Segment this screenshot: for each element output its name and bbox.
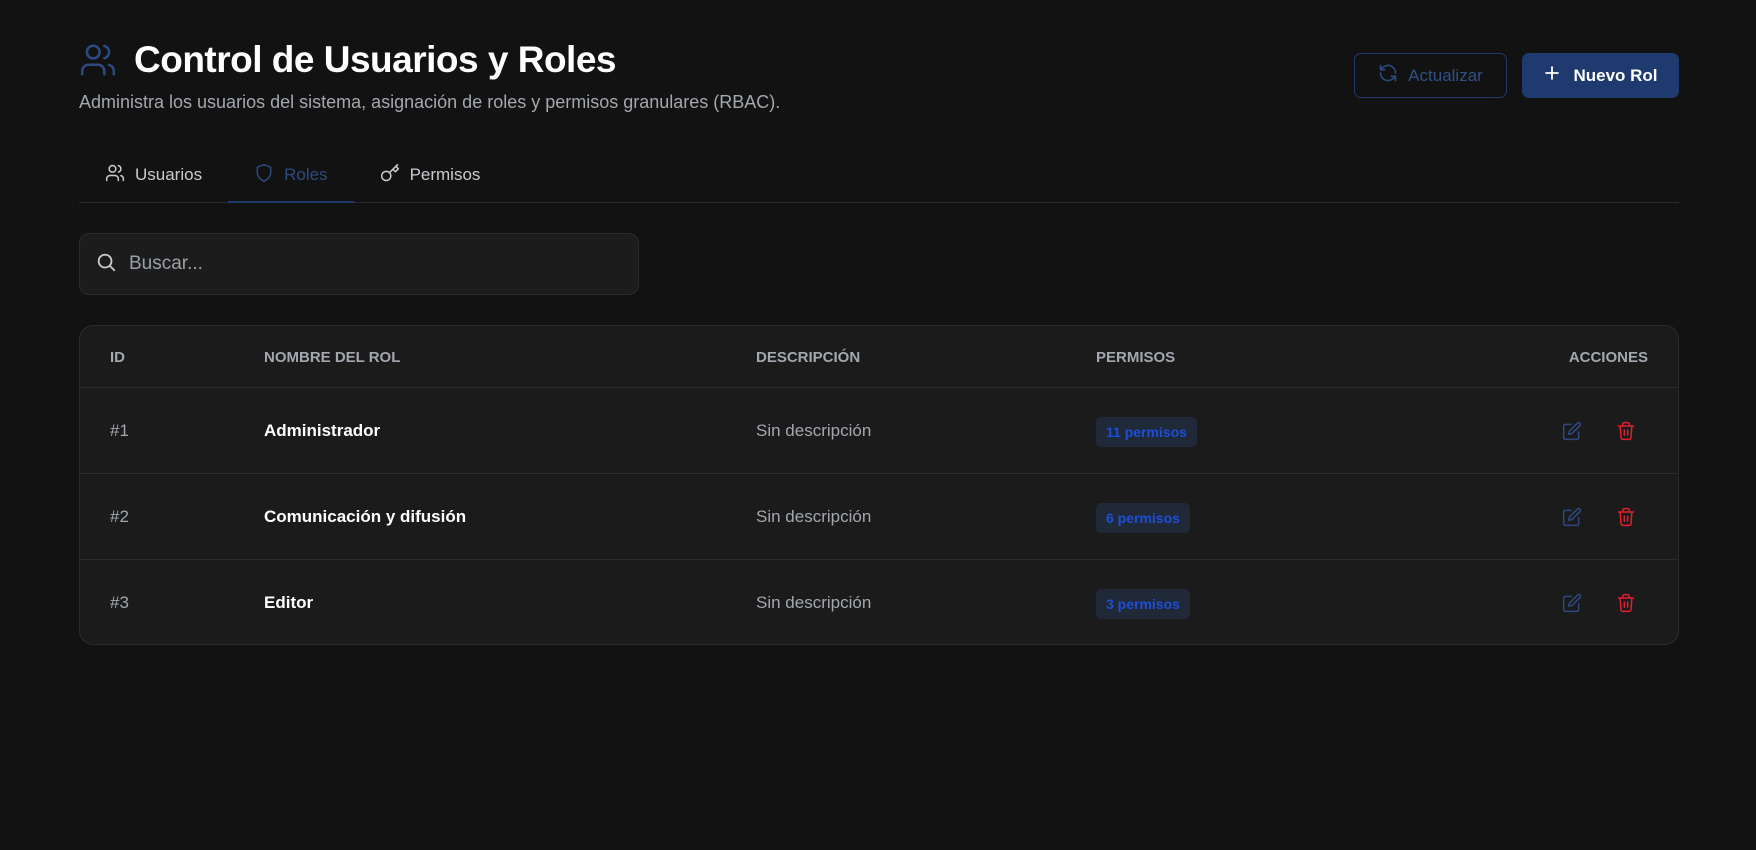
edit-icon[interactable] xyxy=(1560,505,1584,529)
refresh-button[interactable]: Actualizar xyxy=(1354,53,1507,98)
table-header: ID NOMBRE DEL ROL DESCRIPCIÓN PERMISOS A… xyxy=(80,326,1678,388)
tab-permisos[interactable]: Permisos xyxy=(354,148,507,202)
permissions-badge: 3 permisos xyxy=(1096,589,1190,619)
column-header-actions: ACCIONES xyxy=(1568,349,1648,366)
role-description: Sin descripción xyxy=(756,593,872,612)
search-input[interactable] xyxy=(129,253,609,275)
search-icon xyxy=(95,251,117,278)
new-role-button[interactable]: Nuevo Rol xyxy=(1522,53,1679,98)
column-header-description: DESCRIPCIÓN xyxy=(756,349,861,366)
trash-icon[interactable] xyxy=(1614,419,1638,443)
permissions-badge: 11 permisos xyxy=(1096,417,1197,447)
role-id: #1 xyxy=(110,421,129,440)
table-row: #3 Editor Sin descripción 3 permisos xyxy=(80,560,1678,644)
users-icon xyxy=(79,41,117,79)
role-name: Administrador xyxy=(264,421,381,440)
page-title: Control de Usuarios y Roles xyxy=(134,39,617,80)
trash-icon[interactable] xyxy=(1614,591,1638,615)
edit-icon[interactable] xyxy=(1560,419,1584,443)
tab-roles[interactable]: Roles xyxy=(228,148,355,203)
trash-icon[interactable] xyxy=(1614,505,1638,529)
role-id: #3 xyxy=(110,593,129,612)
tab-bar: Usuarios Roles Permisos xyxy=(79,148,1679,203)
role-description: Sin descripción xyxy=(756,507,872,526)
search-box xyxy=(79,233,639,295)
tab-usuarios[interactable]: Usuarios xyxy=(79,148,228,202)
column-header-id: ID xyxy=(110,349,125,366)
tab-label: Usuarios xyxy=(135,165,203,184)
tab-label: Permisos xyxy=(409,165,481,184)
column-header-permissions: PERMISOS xyxy=(1096,349,1176,366)
key-icon xyxy=(380,163,400,188)
role-id: #2 xyxy=(110,507,129,526)
new-role-button-label: Nuevo Rol xyxy=(1573,65,1658,85)
shield-icon xyxy=(254,163,274,188)
roles-table: ID NOMBRE DEL ROL DESCRIPCIÓN PERMISOS A… xyxy=(79,325,1679,645)
page: Control de Usuarios y Roles Administra l… xyxy=(0,0,1756,850)
refresh-button-label: Actualizar xyxy=(1408,65,1483,85)
refresh-icon xyxy=(1378,63,1398,88)
role-description: Sin descripción xyxy=(756,421,872,440)
column-header-name: NOMBRE DEL ROL xyxy=(264,349,401,366)
edit-icon[interactable] xyxy=(1560,591,1584,615)
tab-label: Roles xyxy=(284,165,328,184)
table-row: #2 Comunicación y difusión Sin descripci… xyxy=(80,474,1678,560)
users-icon xyxy=(105,163,125,188)
table-row: #1 Administrador Sin descripción 11 perm… xyxy=(80,388,1678,474)
role-name: Comunicación y difusión xyxy=(264,507,467,526)
role-name: Editor xyxy=(264,593,314,612)
plus-icon xyxy=(1543,64,1561,87)
permissions-badge: 6 permisos xyxy=(1096,503,1190,533)
